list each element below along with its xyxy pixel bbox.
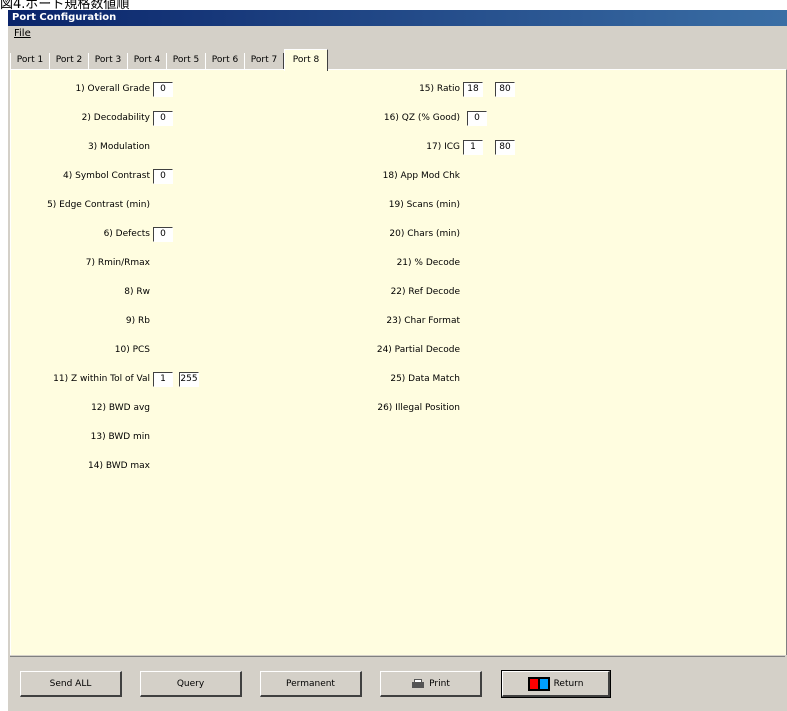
- param-input[interactable]: 0: [153, 169, 173, 184]
- title-bar: Port Configuration: [8, 10, 787, 26]
- param-label: 20) Chars (min): [389, 229, 460, 239]
- param-label: 7) Rmin/Rmax: [85, 258, 150, 268]
- param-input[interactable]: 18: [463, 82, 483, 97]
- send-all-button[interactable]: Send ALL: [20, 671, 122, 697]
- query-button[interactable]: Query: [140, 671, 242, 697]
- param-label: 11) Z within Tol of Val: [53, 374, 150, 384]
- return-button[interactable]: Return: [501, 670, 611, 698]
- query-label: Query: [176, 678, 205, 689]
- param-label: 10) PCS: [114, 345, 150, 355]
- param-input[interactable]: 1: [463, 140, 483, 155]
- param-label: 17) ICG: [426, 142, 460, 152]
- print-label: Print: [429, 678, 450, 689]
- param-label: 25) Data Match: [390, 374, 460, 384]
- param-label: 26) Illegal Position: [377, 403, 460, 413]
- param-label: 5) Edge Contrast (min): [47, 200, 150, 210]
- param-input[interactable]: 0: [153, 227, 173, 242]
- print-button[interactable]: Print: [380, 671, 482, 697]
- param-input[interactable]: 1: [153, 372, 173, 387]
- param-input-max[interactable]: 80: [495, 82, 515, 97]
- param-label: 3) Modulation: [87, 142, 150, 152]
- tab-port-2[interactable]: Port 2: [49, 53, 89, 69]
- return-icon: [527, 676, 550, 691]
- param-label: 9) Rb: [125, 316, 150, 326]
- port-configuration-window: Port Configuration File Port 1 Port 2 Po…: [8, 10, 787, 711]
- param-input-max[interactable]: 255: [179, 372, 199, 387]
- port-settings-panel: 1) Overall Grade 0 2) Decodability 0 3) …: [10, 69, 787, 655]
- param-label: 12) BWD avg: [91, 403, 150, 413]
- param-label: 16) QZ (% Good): [383, 113, 460, 123]
- param-label: 4) Symbol Contrast: [63, 171, 150, 181]
- param-label: 13) BWD min: [90, 432, 150, 442]
- permanent-button[interactable]: Permanent: [260, 671, 362, 697]
- port-tabs: Port 1 Port 2 Port 3 Port 4 Port 5 Port …: [8, 49, 787, 71]
- permanent-label: Permanent: [286, 678, 335, 689]
- param-label: 15) Ratio: [419, 84, 460, 94]
- tab-port-8[interactable]: Port 8: [284, 49, 328, 71]
- param-label: 24) Partial Decode: [376, 345, 460, 355]
- param-label: 22) Ref Decode: [390, 287, 460, 297]
- return-label: Return: [553, 678, 584, 689]
- param-label: 19) Scans (min): [388, 200, 460, 210]
- param-input[interactable]: 0: [153, 82, 173, 97]
- printer-icon: [411, 678, 425, 689]
- menu-file[interactable]: File: [14, 28, 31, 39]
- param-input[interactable]: 0: [467, 111, 487, 126]
- param-label: 21) % Decode: [396, 258, 460, 268]
- window-title: Port Configuration: [12, 12, 117, 23]
- figure-caption: 図4.ポート規格数値順: [0, 0, 130, 10]
- tab-port-5[interactable]: Port 5: [166, 53, 206, 69]
- tab-port-4[interactable]: Port 4: [127, 53, 167, 69]
- param-label: 2) Decodability: [81, 113, 150, 123]
- tab-port-1[interactable]: Port 1: [10, 53, 50, 69]
- param-label: 18) App Mod Chk: [382, 171, 460, 181]
- param-input[interactable]: 0: [153, 111, 173, 126]
- button-bar: Send ALL Query Permanent Print Return: [10, 656, 785, 707]
- menu-bar: File: [8, 27, 787, 41]
- param-label: 8) Rw: [124, 287, 150, 297]
- tab-port-6[interactable]: Port 6: [205, 53, 245, 69]
- param-input-max[interactable]: 80: [495, 140, 515, 155]
- param-label: 1) Overall Grade: [75, 84, 150, 94]
- tab-port-3[interactable]: Port 3: [88, 53, 128, 69]
- param-label: 14) BWD max: [88, 461, 150, 471]
- param-label: 6) Defects: [103, 229, 150, 239]
- param-label: 23) Char Format: [386, 316, 460, 326]
- tab-port-7[interactable]: Port 7: [244, 53, 284, 69]
- send-all-label: Send ALL: [49, 678, 92, 689]
